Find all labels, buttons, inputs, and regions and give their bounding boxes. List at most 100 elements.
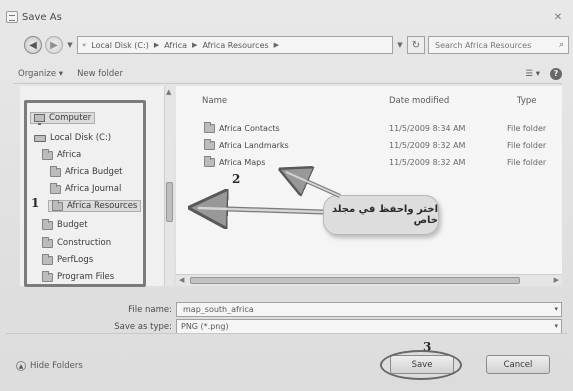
hide-folders-label: Hide Folders <box>30 361 83 371</box>
refresh-button[interactable]: ↻ <box>407 36 425 54</box>
file-name-field[interactable]: ▾ <box>176 302 562 317</box>
tree-item-label: Africa Budget <box>65 167 123 177</box>
breadcrumb-separator-icon[interactable]: ▶ <box>154 41 159 49</box>
file-list-horizontal-scrollbar[interactable]: ◀ ▶ <box>176 274 562 286</box>
breadcrumb-separator-icon[interactable]: ▶ <box>274 41 279 49</box>
close-icon[interactable]: ✕ <box>550 10 566 24</box>
tree-item-label: Africa Journal <box>65 184 122 194</box>
tree-item-africa-journal[interactable]: Africa Journal <box>50 182 122 194</box>
search-icon[interactable]: ⌕ <box>559 40 564 50</box>
annotation-callout: اختر واحفظ في مجلد خاص <box>323 195 439 235</box>
file-type: File folder <box>507 141 547 150</box>
tree-item-africa-resources[interactable]: Africa Resources <box>48 199 142 212</box>
footer-divider <box>6 333 567 334</box>
save-type-value: PNG (*.png) <box>181 322 229 331</box>
save-type-dropdown-icon[interactable]: ▾ <box>554 322 558 330</box>
folder-icon <box>42 236 53 248</box>
file-row[interactable]: Africa Contacts 11/5/2009 8:34 AM File f… <box>176 122 562 137</box>
scrollbar-thumb[interactable] <box>166 182 173 222</box>
window-title: Save As <box>22 11 62 23</box>
hide-folders-button[interactable]: ▲ Hide Folders <box>16 361 83 371</box>
navigation-scrollbar[interactable]: ▲ <box>164 86 174 286</box>
scroll-up-icon[interactable]: ▲ <box>166 88 171 96</box>
refresh-icon: ↻ <box>411 39 421 51</box>
forward-button[interactable]: ▶ <box>45 36 63 54</box>
tree-item-africa-budget[interactable]: Africa Budget <box>50 165 123 177</box>
tree-item-label: Africa <box>57 150 82 160</box>
file-date: 11/5/2009 8:32 AM <box>389 158 466 167</box>
tree-item-computer[interactable]: Computer <box>30 112 96 125</box>
file-name: Africa Maps <box>219 158 266 167</box>
navigation-pane: Computer Local Disk (C:) Africa Africa B… <box>20 86 170 286</box>
tree-item-label: Computer <box>49 113 92 123</box>
address-dropdown-icon[interactable]: ▼ <box>396 41 404 49</box>
file-row[interactable]: Africa Maps 11/5/2009 8:32 AM File folde… <box>176 156 562 171</box>
folder-icon <box>42 270 53 282</box>
tree-item-label: Budget <box>57 220 88 230</box>
folder-icon <box>204 156 215 167</box>
save-type-select[interactable]: PNG (*.png) ▾ <box>176 319 562 334</box>
save-as-window-icon <box>6 11 18 23</box>
folder-icon <box>42 253 53 265</box>
address-row: ◀ ▶ ▼ « Local Disk (C:) ▶ Africa ▶ Afric… <box>24 34 569 56</box>
breadcrumb-root-chevron-icon[interactable]: « <box>82 41 86 49</box>
collapse-arrow-icon: ▲ <box>16 361 26 371</box>
tree-item-budget[interactable]: Budget <box>42 218 88 230</box>
tree-item-perflogs[interactable]: PerfLogs <box>42 253 94 265</box>
drive-icon <box>34 134 46 142</box>
breadcrumb-africa[interactable]: Africa <box>164 41 187 50</box>
scroll-left-icon[interactable]: ◀ <box>179 276 184 284</box>
file-date: 11/5/2009 8:32 AM <box>389 141 466 150</box>
annotation-number-2: 2 <box>232 172 241 186</box>
cancel-button[interactable]: Cancel <box>486 355 550 374</box>
folder-icon <box>204 139 215 150</box>
search-box[interactable]: ⌕ <box>428 36 569 54</box>
breadcrumb-local-disk[interactable]: Local Disk (C:) <box>91 41 149 50</box>
folder-icon <box>50 165 61 177</box>
folder-icon <box>52 199 63 211</box>
scrollbar-thumb[interactable] <box>190 277 520 284</box>
folder-icon <box>42 148 53 160</box>
file-name: Africa Contacts <box>219 124 280 133</box>
tree-item-construction[interactable]: Construction <box>42 236 112 248</box>
breadcrumb-separator-icon[interactable]: ▶ <box>192 41 197 49</box>
back-button[interactable]: ◀ <box>24 36 42 54</box>
file-row[interactable]: Africa Landmarks 11/5/2009 8:32 AM File … <box>176 139 562 154</box>
organize-menu[interactable]: Organize ▾ <box>18 69 63 79</box>
tree-item-label: Construction <box>57 238 112 248</box>
file-date: 11/5/2009 8:34 AM <box>389 124 466 133</box>
column-header-name[interactable]: Name <box>202 96 227 106</box>
views-icon[interactable]: ☰ ▾ <box>525 69 540 79</box>
tree-item-label: Local Disk (C:) <box>50 133 112 143</box>
breadcrumb-africa-resources[interactable]: Africa Resources <box>202 41 268 50</box>
folder-icon <box>50 182 61 194</box>
new-folder-button[interactable]: New folder <box>77 69 123 79</box>
tree-item-program-files[interactable]: Program Files <box>42 270 115 282</box>
help-icon[interactable]: ? <box>550 67 562 80</box>
file-type: File folder <box>507 158 547 167</box>
file-name-input[interactable] <box>181 304 557 315</box>
scroll-right-icon[interactable]: ▶ <box>554 276 559 284</box>
file-name: Africa Landmarks <box>219 141 289 150</box>
computer-icon <box>34 114 45 125</box>
recent-pages-chevron-icon[interactable]: ▼ <box>66 41 74 49</box>
tree-item-local-disk[interactable]: Local Disk (C:) <box>34 133 111 143</box>
forward-arrow-icon: ▶ <box>50 39 58 51</box>
column-header-date[interactable]: Date modified <box>389 96 449 106</box>
tree-item-africa[interactable]: Africa <box>42 148 82 160</box>
title-bar: Save As ✕ <box>6 6 566 28</box>
tree-item-label: PerfLogs <box>57 255 94 265</box>
folder-icon <box>204 122 215 133</box>
save-as-dialog: Save As ✕ ◀ ▶ ▼ « Local Disk (C:) ▶ Afri… <box>0 0 573 391</box>
tree-item-label: Africa Resources <box>67 201 138 211</box>
search-input[interactable] <box>433 39 559 51</box>
file-name-dropdown-icon[interactable]: ▾ <box>554 305 558 313</box>
column-header-type[interactable]: Type <box>517 96 537 106</box>
save-button[interactable]: Save <box>390 355 454 374</box>
annotation-number-3: 3 <box>423 340 432 354</box>
save-type-label: Save as type: <box>114 322 172 332</box>
tree-item-label: Program Files <box>57 272 115 282</box>
file-name-label: File name: <box>128 305 172 315</box>
folder-icon <box>42 218 53 230</box>
address-bar[interactable]: « Local Disk (C:) ▶ Africa ▶ Africa Reso… <box>77 36 393 54</box>
